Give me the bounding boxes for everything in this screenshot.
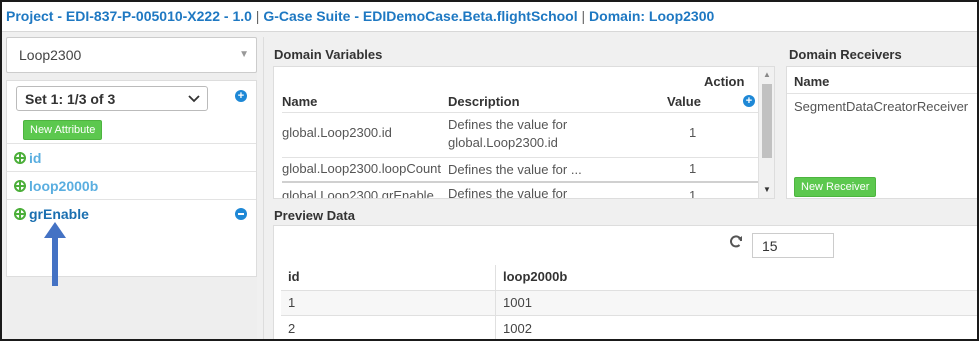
variable-description: Defines the value for (448, 186, 568, 199)
column-header-action: Action (704, 74, 745, 89)
column-header: loop2000b (503, 269, 568, 284)
preview-cell: 1 (288, 295, 296, 310)
set-select[interactable]: Set 1: 1/3 of 3 (16, 86, 208, 111)
domain-select-value: Loop2300 (19, 47, 82, 63)
column-divider (495, 265, 496, 290)
table-row[interactable]: global.Loop2300.grEnable Defines the val… (282, 181, 758, 199)
caret-down-icon: ▼ (239, 49, 249, 60)
attribute-icon (14, 152, 26, 164)
attribute-label: grEnable (29, 206, 89, 222)
column-header-value: Value (667, 94, 701, 109)
table-row[interactable]: global.Loop2300.id Defines the value for… (282, 112, 758, 157)
attribute-icon (14, 208, 26, 220)
suite-title: G-Case Suite - EDIDemoCase.Beta.flightSc… (263, 8, 578, 24)
new-attribute-button[interactable]: New Attribute (23, 120, 103, 140)
column-header-description: Description (448, 94, 520, 109)
column-header-name: Name (282, 94, 318, 109)
preview-data-title: Preview Data (274, 208, 355, 223)
domain-variables-table: Action Name Description Value + global.L… (273, 66, 775, 199)
app-frame: Project - EDI-837-P-005010-X222 - 1.0 | … (0, 0, 979, 341)
variable-name: global.Loop2300.loopCount (282, 161, 442, 176)
domain-variables-title: Domain Variables (274, 47, 383, 62)
description-line: global.Loop2300.id (448, 135, 558, 150)
table-row[interactable]: SegmentDataCreatorReceiver (787, 93, 977, 143)
set-select-value: Set 1: 1/3 of 3 (25, 91, 116, 107)
title-separator: | (255, 8, 260, 24)
variables-scrollbar[interactable]: ▲ ▼ (758, 67, 774, 198)
attribute-item-loop2000b[interactable]: loop2000b (7, 171, 256, 199)
annotation-arrow-icon (44, 222, 66, 286)
variable-value: 1 (689, 125, 697, 140)
title-separator: | (581, 8, 586, 24)
attribute-icon (14, 180, 26, 192)
attribute-item-id[interactable]: id (7, 143, 256, 171)
attribute-panel: Loop2300 ▼ Set 1: 1/3 of 3 + New Attribu… (6, 37, 257, 339)
project-title: Project - EDI-837-P-005010-X222 - 1.0 (6, 8, 252, 24)
remove-attribute-icon[interactable] (235, 208, 247, 220)
domain-receivers-table: Name SegmentDataCreatorReceiver New Rece… (786, 66, 977, 199)
page-title: Project - EDI-837-P-005010-X222 - 1.0 | … (2, 2, 977, 32)
variable-name: global.Loop2300.id (282, 125, 392, 140)
refresh-icon[interactable] (729, 235, 743, 249)
table-row[interactable]: 1 1001 (281, 290, 977, 316)
add-variable-icon[interactable]: + (743, 95, 755, 107)
preview-header-row: id loop2000b (281, 265, 977, 290)
preview-cell: 1001 (503, 295, 532, 310)
preview-cell: 2 (288, 321, 296, 336)
scrollbar-thumb[interactable] (762, 84, 772, 158)
variable-description: Defines the value for ... (448, 162, 582, 177)
domain-select[interactable]: Loop2300 ▼ (6, 37, 257, 73)
variable-description: Defines the value for global.Loop2300.id (448, 116, 668, 152)
variable-name: global.Loop2300.grEnable (282, 188, 434, 199)
attribute-label: loop2000b (29, 178, 99, 194)
scroll-up-icon[interactable]: ▲ (763, 70, 771, 79)
column-header-receiver-name: Name (794, 74, 830, 89)
preview-cell: 1002 (503, 321, 532, 336)
preview-data-panel: 15 id loop2000b 1 1001 2 1002 (273, 225, 977, 339)
domain-title: Domain: Loop2300 (589, 8, 715, 24)
variable-value: 1 (689, 188, 697, 199)
scroll-down-icon[interactable]: ▼ (763, 185, 771, 194)
add-set-icon[interactable]: + (235, 90, 247, 102)
domain-receivers-title: Domain Receivers (789, 47, 902, 62)
row-count-input[interactable]: 15 (752, 233, 834, 258)
variable-value: 1 (689, 161, 697, 176)
column-divider (495, 316, 496, 339)
table-row[interactable]: 2 1002 (281, 315, 977, 339)
new-receiver-button[interactable]: New Receiver (794, 177, 877, 197)
table-row[interactable]: global.Loop2300.loopCount Defines the va… (282, 157, 758, 181)
main-content: Domain Variables Action Name Description… (263, 37, 977, 339)
attribute-label: id (29, 150, 42, 166)
chevron-down-icon (188, 95, 200, 103)
column-header: id (288, 269, 300, 284)
column-divider (495, 291, 496, 316)
description-line: Defines the value for (448, 117, 568, 132)
receiver-name: SegmentDataCreatorReceiver (794, 99, 969, 114)
